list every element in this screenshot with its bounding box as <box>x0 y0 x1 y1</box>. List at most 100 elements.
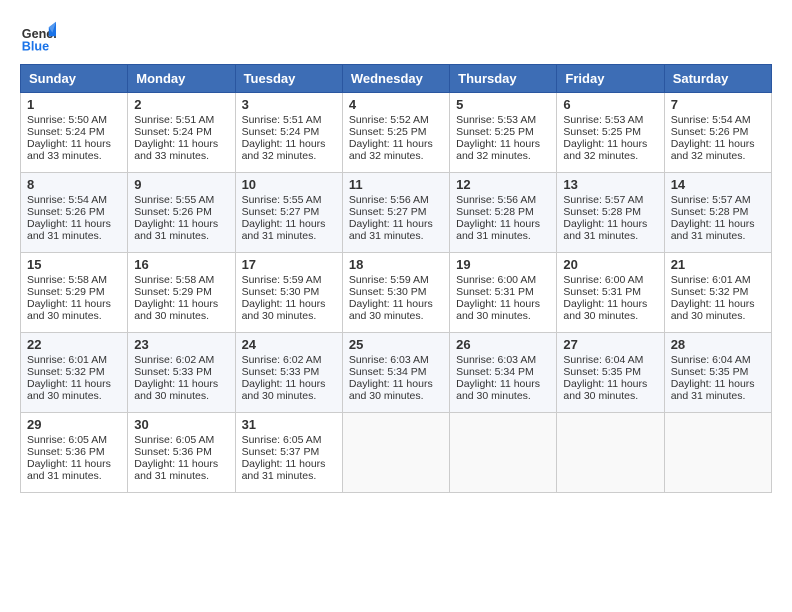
day-number: 9 <box>134 177 228 192</box>
calendar-cell <box>557 413 664 493</box>
day-number: 5 <box>456 97 550 112</box>
sunset-text: Sunset: 5:34 PM <box>456 366 534 378</box>
day-number: 7 <box>671 97 765 112</box>
calendar-table: SundayMondayTuesdayWednesdayThursdayFrid… <box>20 64 772 493</box>
calendar-cell: 6 Sunrise: 5:53 AM Sunset: 5:25 PM Dayli… <box>557 93 664 173</box>
calendar-cell: 2 Sunrise: 5:51 AM Sunset: 5:24 PM Dayli… <box>128 93 235 173</box>
daylight-minutes: and 30 minutes. <box>134 390 209 402</box>
daylight-minutes: and 33 minutes. <box>134 150 209 162</box>
daylight-label: Daylight: 11 hours <box>671 378 755 390</box>
sunrise-text: Sunrise: 5:59 AM <box>349 274 429 286</box>
daylight-minutes: and 32 minutes. <box>563 150 638 162</box>
sunrise-text: Sunrise: 5:50 AM <box>27 114 107 126</box>
daylight-label: Daylight: 11 hours <box>27 378 111 390</box>
sunrise-text: Sunrise: 5:51 AM <box>242 114 322 126</box>
daylight-minutes: and 31 minutes. <box>134 470 209 482</box>
calendar-cell <box>664 413 771 493</box>
sunrise-text: Sunrise: 5:54 AM <box>671 114 751 126</box>
calendar-cell: 13 Sunrise: 5:57 AM Sunset: 5:28 PM Dayl… <box>557 173 664 253</box>
daylight-minutes: and 32 minutes. <box>349 150 424 162</box>
sunset-text: Sunset: 5:28 PM <box>456 206 534 218</box>
logo-icon: General Blue <box>20 20 56 56</box>
sunrise-text: Sunrise: 5:54 AM <box>27 194 107 206</box>
day-number: 26 <box>456 337 550 352</box>
logo: General Blue <box>20 20 56 56</box>
sunset-text: Sunset: 5:28 PM <box>563 206 641 218</box>
daylight-label: Daylight: 11 hours <box>563 218 647 230</box>
sunrise-text: Sunrise: 5:51 AM <box>134 114 214 126</box>
sunset-text: Sunset: 5:24 PM <box>134 126 212 138</box>
calendar-cell: 3 Sunrise: 5:51 AM Sunset: 5:24 PM Dayli… <box>235 93 342 173</box>
day-header-monday: Monday <box>128 65 235 93</box>
daylight-label: Daylight: 11 hours <box>27 218 111 230</box>
calendar-cell: 12 Sunrise: 5:56 AM Sunset: 5:28 PM Dayl… <box>450 173 557 253</box>
daylight-minutes: and 30 minutes. <box>349 390 424 402</box>
day-number: 30 <box>134 417 228 432</box>
sunrise-text: Sunrise: 5:55 AM <box>242 194 322 206</box>
daylight-minutes: and 30 minutes. <box>563 310 638 322</box>
calendar-cell: 10 Sunrise: 5:55 AM Sunset: 5:27 PM Dayl… <box>235 173 342 253</box>
daylight-label: Daylight: 11 hours <box>27 298 111 310</box>
sunset-text: Sunset: 5:32 PM <box>27 366 105 378</box>
sunrise-text: Sunrise: 6:05 AM <box>134 434 214 446</box>
calendar-cell: 29 Sunrise: 6:05 AM Sunset: 5:36 PM Dayl… <box>21 413 128 493</box>
sunset-text: Sunset: 5:35 PM <box>671 366 749 378</box>
daylight-label: Daylight: 11 hours <box>242 458 326 470</box>
daylight-minutes: and 31 minutes. <box>456 230 531 242</box>
daylight-minutes: and 31 minutes. <box>134 230 209 242</box>
calendar-cell: 9 Sunrise: 5:55 AM Sunset: 5:26 PM Dayli… <box>128 173 235 253</box>
daylight-label: Daylight: 11 hours <box>27 458 111 470</box>
calendar-cell: 1 Sunrise: 5:50 AM Sunset: 5:24 PM Dayli… <box>21 93 128 173</box>
day-number: 15 <box>27 257 121 272</box>
svg-text:Blue: Blue <box>22 40 49 54</box>
sunrise-text: Sunrise: 5:53 AM <box>456 114 536 126</box>
sunrise-text: Sunrise: 5:53 AM <box>563 114 643 126</box>
week-row-3: 15 Sunrise: 5:58 AM Sunset: 5:29 PM Dayl… <box>21 253 772 333</box>
header-row: SundayMondayTuesdayWednesdayThursdayFrid… <box>21 65 772 93</box>
sunset-text: Sunset: 5:24 PM <box>27 126 105 138</box>
day-number: 23 <box>134 337 228 352</box>
sunrise-text: Sunrise: 6:05 AM <box>27 434 107 446</box>
daylight-label: Daylight: 11 hours <box>242 378 326 390</box>
calendar-cell: 21 Sunrise: 6:01 AM Sunset: 5:32 PM Dayl… <box>664 253 771 333</box>
daylight-minutes: and 30 minutes. <box>242 310 317 322</box>
page-header: General Blue <box>20 20 772 56</box>
day-header-saturday: Saturday <box>664 65 771 93</box>
day-header-tuesday: Tuesday <box>235 65 342 93</box>
week-row-5: 29 Sunrise: 6:05 AM Sunset: 5:36 PM Dayl… <box>21 413 772 493</box>
day-number: 4 <box>349 97 443 112</box>
day-header-sunday: Sunday <box>21 65 128 93</box>
sunrise-text: Sunrise: 5:58 AM <box>134 274 214 286</box>
daylight-minutes: and 30 minutes. <box>242 390 317 402</box>
sunset-text: Sunset: 5:24 PM <box>242 126 320 138</box>
sunrise-text: Sunrise: 6:05 AM <box>242 434 322 446</box>
daylight-label: Daylight: 11 hours <box>563 298 647 310</box>
daylight-minutes: and 30 minutes. <box>27 390 102 402</box>
day-number: 29 <box>27 417 121 432</box>
day-number: 25 <box>349 337 443 352</box>
calendar-cell: 7 Sunrise: 5:54 AM Sunset: 5:26 PM Dayli… <box>664 93 771 173</box>
day-number: 2 <box>134 97 228 112</box>
day-number: 13 <box>563 177 657 192</box>
daylight-label: Daylight: 11 hours <box>349 138 433 150</box>
day-number: 16 <box>134 257 228 272</box>
daylight-minutes: and 32 minutes. <box>242 150 317 162</box>
sunset-text: Sunset: 5:33 PM <box>134 366 212 378</box>
day-number: 22 <box>27 337 121 352</box>
day-number: 27 <box>563 337 657 352</box>
daylight-minutes: and 31 minutes. <box>27 230 102 242</box>
sunrise-text: Sunrise: 6:03 AM <box>456 354 536 366</box>
sunrise-text: Sunrise: 5:52 AM <box>349 114 429 126</box>
daylight-minutes: and 31 minutes. <box>563 230 638 242</box>
sunrise-text: Sunrise: 6:03 AM <box>349 354 429 366</box>
daylight-label: Daylight: 11 hours <box>456 218 540 230</box>
sunset-text: Sunset: 5:30 PM <box>242 286 320 298</box>
sunset-text: Sunset: 5:36 PM <box>134 446 212 458</box>
calendar-cell: 20 Sunrise: 6:00 AM Sunset: 5:31 PM Dayl… <box>557 253 664 333</box>
sunrise-text: Sunrise: 5:59 AM <box>242 274 322 286</box>
day-number: 31 <box>242 417 336 432</box>
calendar-cell: 18 Sunrise: 5:59 AM Sunset: 5:30 PM Dayl… <box>342 253 449 333</box>
day-number: 28 <box>671 337 765 352</box>
daylight-minutes: and 31 minutes. <box>349 230 424 242</box>
daylight-label: Daylight: 11 hours <box>349 298 433 310</box>
